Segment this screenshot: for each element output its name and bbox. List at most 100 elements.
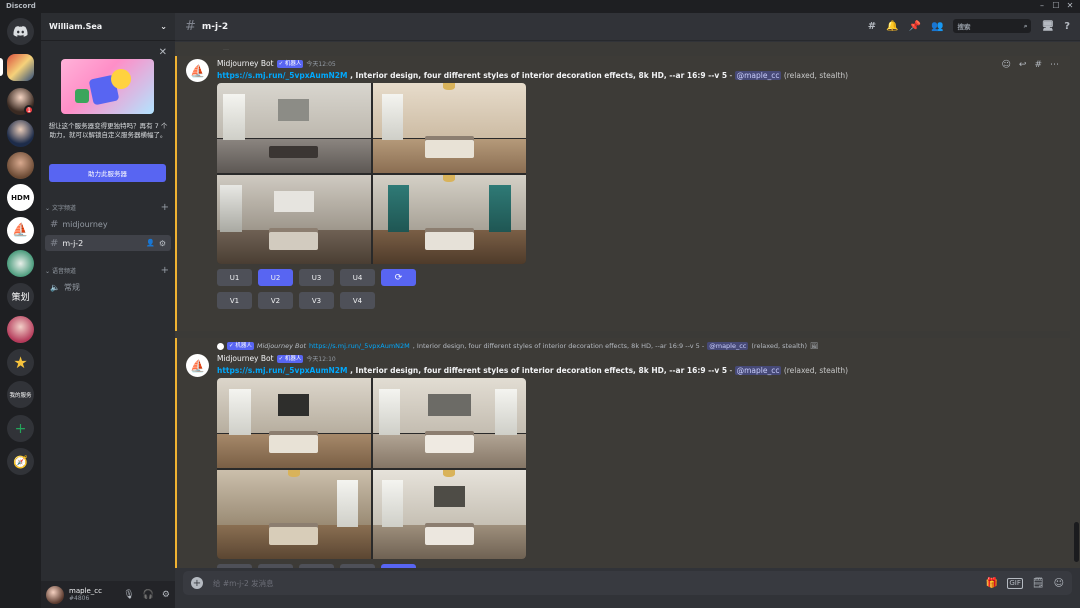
image-tile[interactable]: [217, 83, 371, 173]
add-reaction-icon[interactable]: ☺: [1002, 60, 1011, 70]
gear-icon[interactable]: ⚙: [159, 239, 166, 248]
server-rail: 1 HDM ⛵ 策划 ★ 我的服务 + 🧭: [0, 13, 41, 608]
separator: -: [727, 71, 735, 80]
channel-label: m-j-2: [62, 238, 84, 248]
channel-title: m-j-2: [201, 21, 229, 32]
message-actions: ☺ ↩ # ⋯: [998, 59, 1062, 71]
image-tile[interactable]: [372, 378, 526, 468]
add-server-icon[interactable]: +: [7, 415, 34, 442]
author-name[interactable]: Midjourney Bot: [217, 59, 274, 68]
attach-icon[interactable]: +: [191, 577, 203, 589]
avatar-server-icon[interactable]: [7, 316, 34, 343]
hdm-server-icon[interactable]: HDM: [7, 184, 34, 211]
text-server-icon[interactable]: 我的服务: [7, 381, 34, 408]
boost-text: 想让这个服务器变得更独特吗？再有 7 个助力，就可以解锁自定义服务器横幅了。: [48, 122, 168, 139]
headphones-icon[interactable]: 🎧: [143, 590, 154, 600]
reroll-button[interactable]: ⟳: [381, 564, 416, 568]
u1-button[interactable]: U1: [217, 564, 252, 568]
microphone-icon[interactable]: 🎙: [123, 590, 134, 600]
image-grid[interactable]: [217, 378, 526, 559]
close-icon[interactable]: ✕: [159, 47, 167, 58]
gift-icon[interactable]: 🎁: [986, 578, 998, 589]
u3-button[interactable]: U3: [299, 269, 334, 286]
pin-icon[interactable]: 📌: [909, 21, 921, 32]
u2-button[interactable]: U2: [258, 269, 293, 286]
v1-button[interactable]: V1: [217, 292, 252, 309]
text-channels-category[interactable]: ⌄ 文字频道 +: [45, 202, 169, 213]
thread-icon[interactable]: #: [1034, 60, 1042, 70]
members-icon[interactable]: 👥: [931, 21, 943, 32]
teal-server-icon[interactable]: [7, 250, 34, 277]
image-tile[interactable]: [372, 174, 526, 264]
gif-icon[interactable]: GIF: [1007, 577, 1023, 589]
image-grid[interactable]: [217, 83, 526, 264]
message-composer[interactable]: + 给 #m-j-2 发消息 🎁 GIF 🗒 ☺: [183, 571, 1072, 595]
category-label: 文字频道: [51, 205, 76, 212]
v4-button[interactable]: V4: [340, 292, 375, 309]
avatar-server-icon[interactable]: [7, 120, 34, 147]
message-list[interactable]: … ☺ ↩ # ⋯ ⛵ Midjourney Bot ✓ 机器人 今天12:05…: [175, 42, 1080, 568]
u2-button[interactable]: U2: [258, 564, 293, 568]
variation-buttons: V1 V2 V3 V4: [217, 292, 375, 309]
inbox-icon[interactable]: 🖥: [1041, 21, 1054, 32]
u1-button[interactable]: U1: [217, 269, 252, 286]
threads-icon[interactable]: #: [868, 21, 876, 32]
compass-icon[interactable]: 🧭: [7, 448, 34, 475]
invite-icon[interactable]: 👤: [146, 239, 155, 247]
v3-button[interactable]: V3: [299, 292, 334, 309]
image-tile[interactable]: [217, 174, 371, 264]
u3-button[interactable]: U3: [299, 564, 334, 568]
reply-reference[interactable]: ✓ 机器人 Midjourney Bot https://s.mj.run/_5…: [217, 342, 818, 350]
text-server-icon[interactable]: 策划: [7, 283, 34, 310]
gear-icon[interactable]: ⚙: [162, 590, 170, 600]
minimize-button[interactable]: –: [1036, 1, 1048, 10]
star-server-icon[interactable]: ★: [7, 349, 34, 376]
user-mention[interactable]: @maple_cc: [734, 71, 782, 80]
image-tile[interactable]: [217, 469, 371, 559]
upscale-buttons: U1 U2 U3 U4 ⟳: [217, 564, 416, 568]
author-name[interactable]: Midjourney Bot: [217, 354, 274, 363]
v2-button[interactable]: V2: [258, 292, 293, 309]
bot-avatar[interactable]: ⛵: [186, 354, 209, 377]
prompt-link[interactable]: https://s.mj.run/_5vpxAumN2M: [217, 366, 347, 375]
more-icon[interactable]: ⋯: [1050, 60, 1059, 70]
avatar[interactable]: [46, 585, 64, 604]
image-tile[interactable]: [372, 83, 526, 173]
scrollbar[interactable]: [1074, 522, 1079, 562]
boost-banner: ✕ 想让这个服务器变得更独特吗？再有 7 个助力，就可以解锁自定义服务器横幅了。…: [41, 44, 175, 198]
bell-icon[interactable]: 🔔: [886, 21, 898, 32]
channel-m-j-2[interactable]: # m-j-2 👤 ⚙: [45, 235, 171, 251]
server-header[interactable]: William.Sea ⌄: [41, 13, 175, 41]
notification-badge: 1: [24, 105, 34, 115]
voice-channel-general[interactable]: 🔈 常规: [45, 279, 171, 295]
voice-channels-category[interactable]: ⌄ 语音频道 +: [45, 265, 169, 276]
image-tile[interactable]: [372, 469, 526, 559]
reply-icon[interactable]: ↩: [1019, 60, 1027, 70]
bot-tag: ✓ 机器人: [276, 59, 304, 68]
bot-avatar[interactable]: ⛵: [186, 59, 209, 82]
prompt-link[interactable]: https://s.mj.run/_5vpxAumN2M: [217, 71, 347, 80]
search-placeholder: 搜索: [957, 23, 971, 31]
chevron-down-icon: ⌄: [160, 22, 167, 31]
sticker-icon[interactable]: 🗒: [1032, 578, 1045, 589]
main-panel: # m-j-2 # 🔔 📌 👥 搜索 ⌕ 🖥 ? … ☺ ↩ # ⋯ ⛵ Mid…: [175, 13, 1080, 608]
emoji-icon[interactable]: ☺: [1054, 578, 1064, 589]
discord-home-icon[interactable]: [7, 18, 34, 45]
u4-button[interactable]: U4: [340, 564, 375, 568]
reroll-button[interactable]: ⟳: [381, 269, 416, 286]
search-input[interactable]: 搜索 ⌕: [953, 19, 1032, 33]
avatar-server-icon[interactable]: [7, 152, 34, 179]
channel-midjourney[interactable]: # midjourney: [45, 216, 171, 232]
u4-button[interactable]: U4: [340, 269, 375, 286]
user-panel: maple_cc #4806 🎙 🎧 ⚙: [41, 581, 175, 608]
maximize-button[interactable]: ☐: [1050, 1, 1062, 10]
boost-server-button[interactable]: 助力此服务器: [49, 164, 166, 182]
help-icon[interactable]: ?: [1064, 21, 1070, 32]
add-channel-icon[interactable]: +: [161, 202, 169, 213]
add-channel-icon[interactable]: +: [161, 265, 169, 276]
user-mention[interactable]: @maple_cc: [734, 366, 782, 375]
close-window-button[interactable]: ✕: [1064, 1, 1076, 10]
image-tile[interactable]: [217, 378, 371, 468]
sail-server-icon[interactable]: ⛵: [7, 217, 34, 244]
art-server-icon[interactable]: [7, 54, 34, 81]
